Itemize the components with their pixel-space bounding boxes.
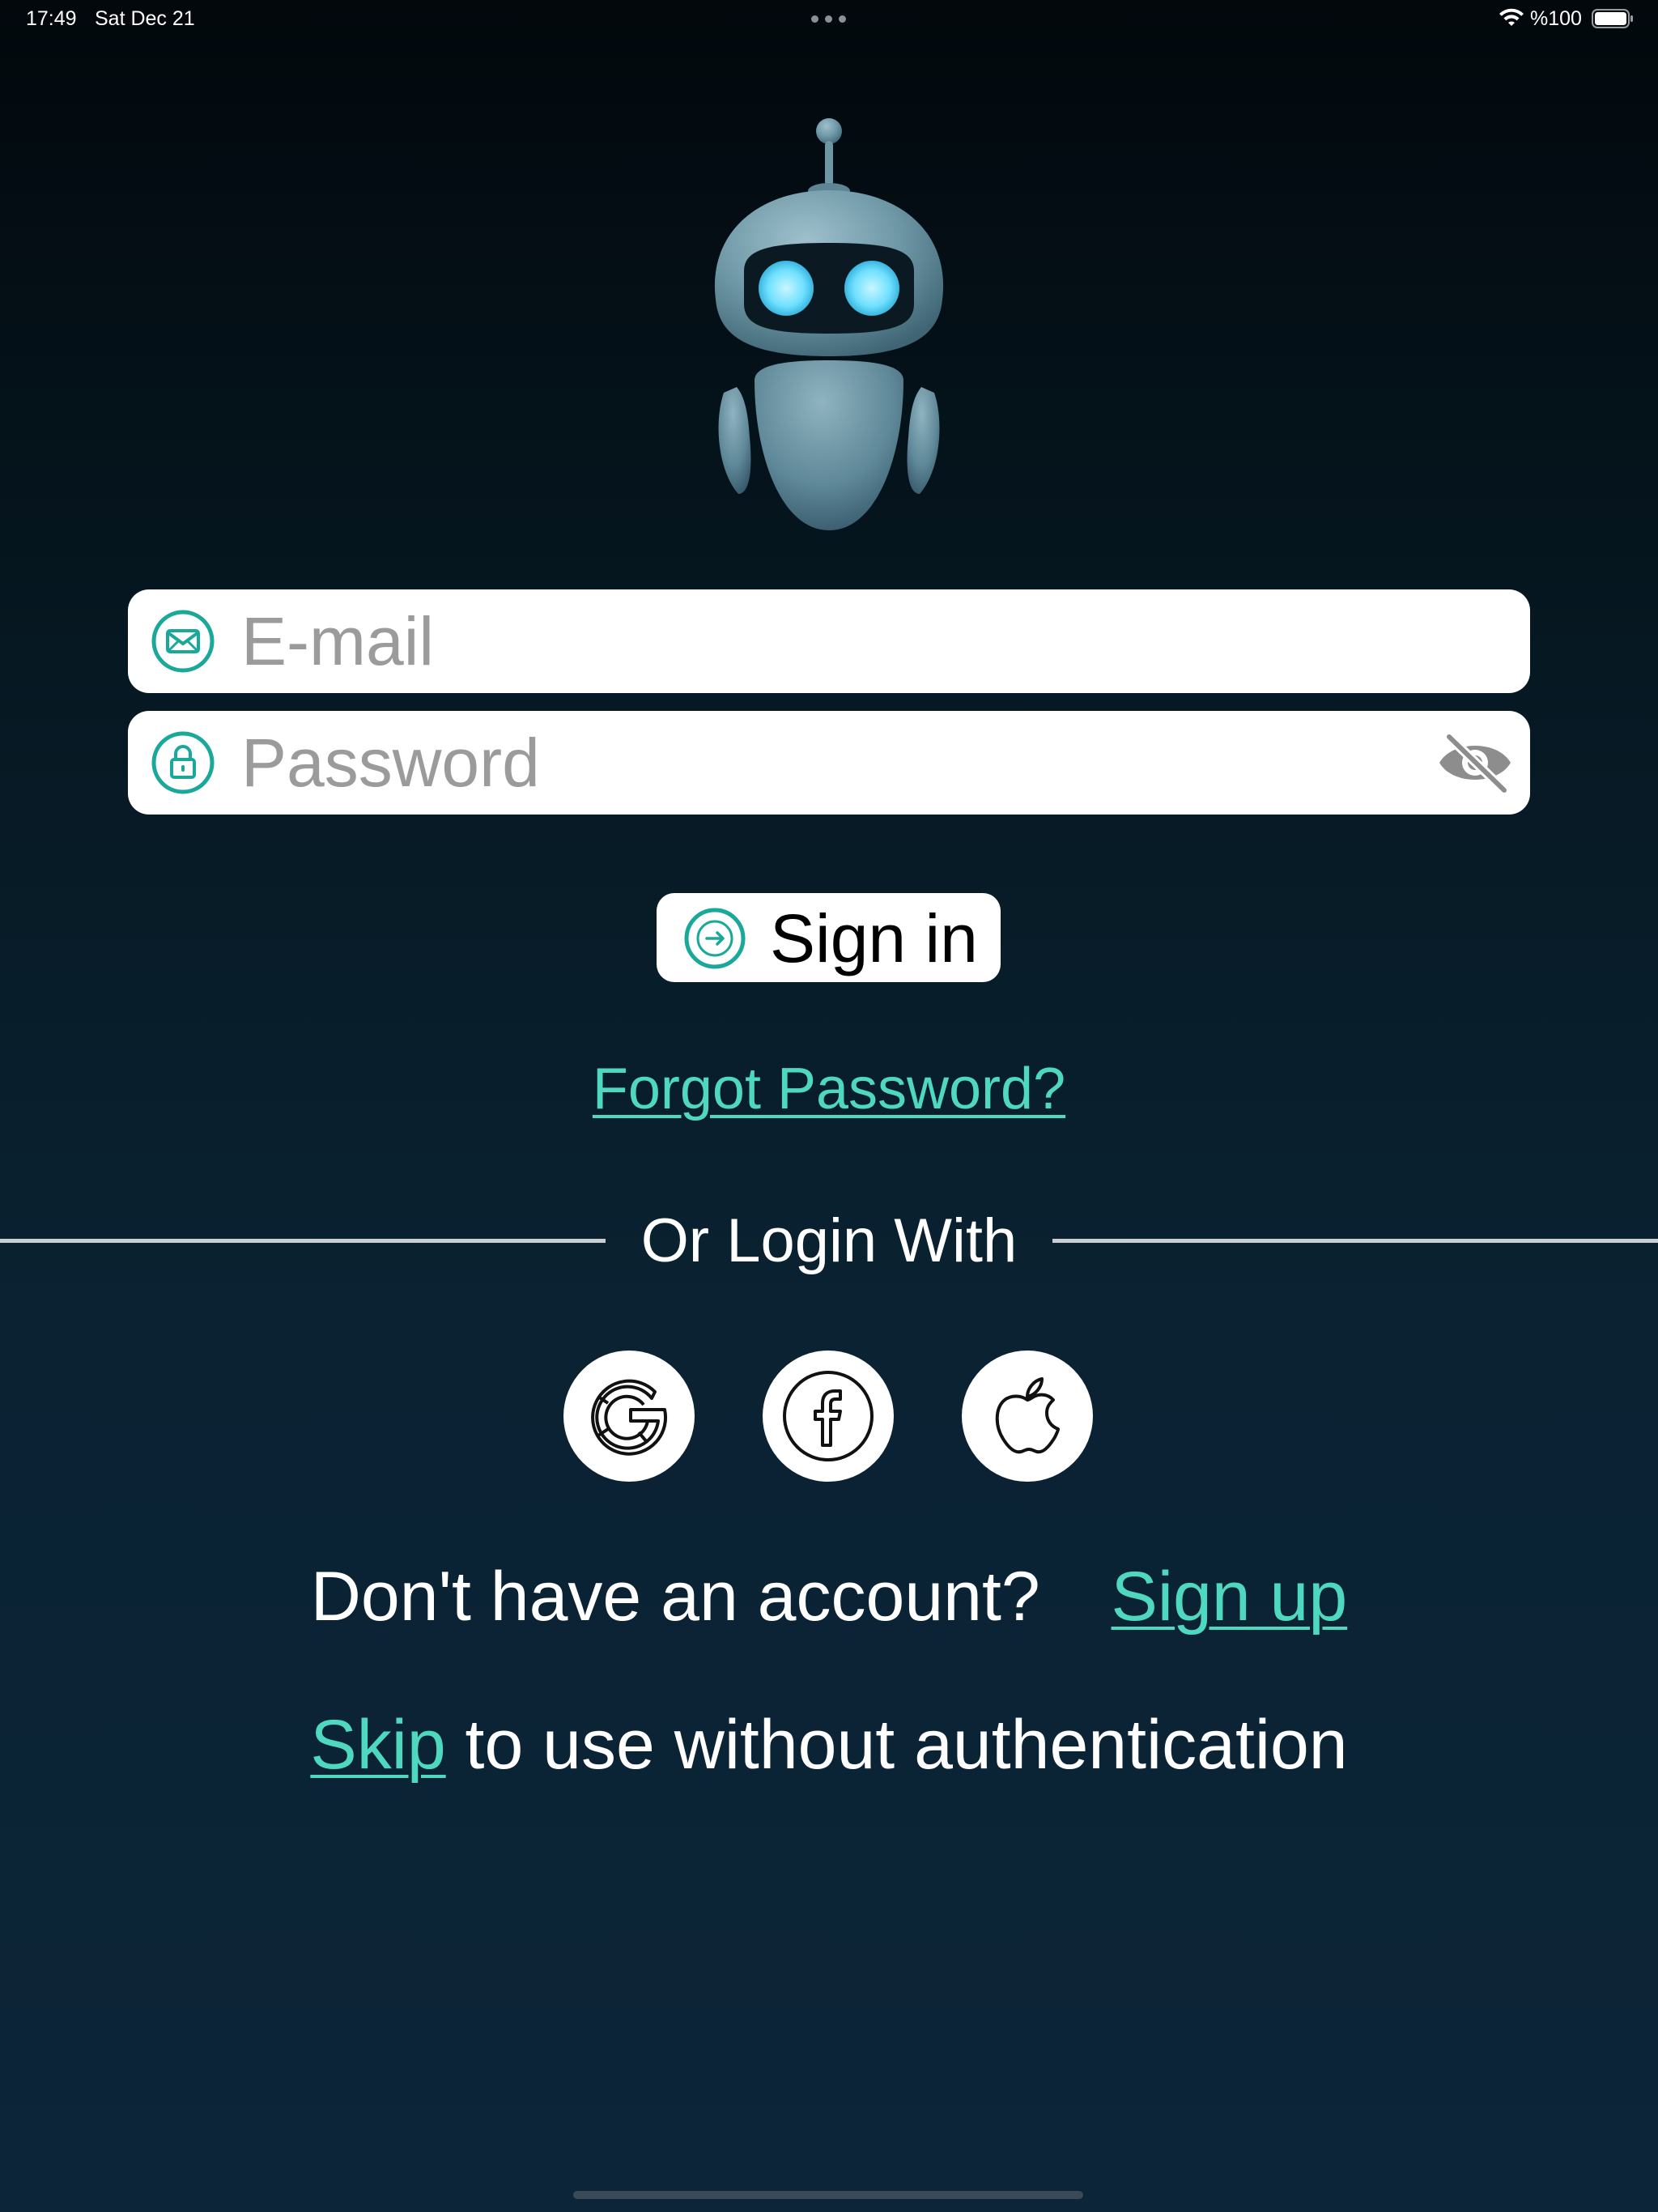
skip-link[interactable]: Skip <box>310 1706 445 1784</box>
forgot-password-link[interactable]: Forgot Password? <box>593 1057 1065 1121</box>
divider-right <box>1052 1239 1658 1243</box>
lock-icon <box>151 731 215 794</box>
facebook-login-button[interactable] <box>763 1351 894 1482</box>
arrow-right-circle-icon <box>684 908 746 969</box>
sign-in-label: Sign in <box>770 900 978 976</box>
sign-in-button[interactable]: Sign in <box>657 893 1001 982</box>
multitasking-dots-icon[interactable] <box>811 15 847 23</box>
email-field[interactable] <box>128 589 1530 693</box>
wifi-icon <box>1499 8 1524 26</box>
apple-login-button[interactable] <box>962 1351 1093 1482</box>
forgot-password-row: Forgot Password? <box>0 1053 1658 1125</box>
google-login-button[interactable] <box>563 1351 695 1482</box>
home-indicator[interactable] <box>573 2191 1083 2199</box>
envelope-icon <box>151 610 215 673</box>
battery-percentage: %100 <box>1530 7 1582 30</box>
divider-left <box>0 1239 606 1243</box>
signup-prompt: Don't have an account? <box>310 1558 1040 1636</box>
password-input[interactable] <box>241 722 1399 803</box>
sign-up-link[interactable]: Sign up <box>1112 1558 1348 1636</box>
eye-slash-icon[interactable] <box>1435 729 1516 797</box>
apple-icon <box>995 1377 1060 1454</box>
facebook-icon <box>783 1371 874 1461</box>
status-bar: 17:49 Sat Dec 21 %100 <box>0 0 1658 39</box>
robot-mascot-logo <box>714 118 944 530</box>
or-login-with-label: Or Login With <box>640 1206 1018 1275</box>
email-input[interactable] <box>241 601 1399 682</box>
skip-description: to use without authentication <box>445 1706 1348 1784</box>
status-time: 17:49 <box>26 7 77 30</box>
skip-row: Skip to use without authentication <box>0 1704 1658 1785</box>
google-icon <box>591 1379 668 1456</box>
status-date: Sat Dec 21 <box>95 7 195 30</box>
battery-full-icon <box>1592 9 1633 28</box>
password-field[interactable] <box>128 711 1530 815</box>
signup-row: Don't have an account? Sign up <box>0 1556 1658 1637</box>
